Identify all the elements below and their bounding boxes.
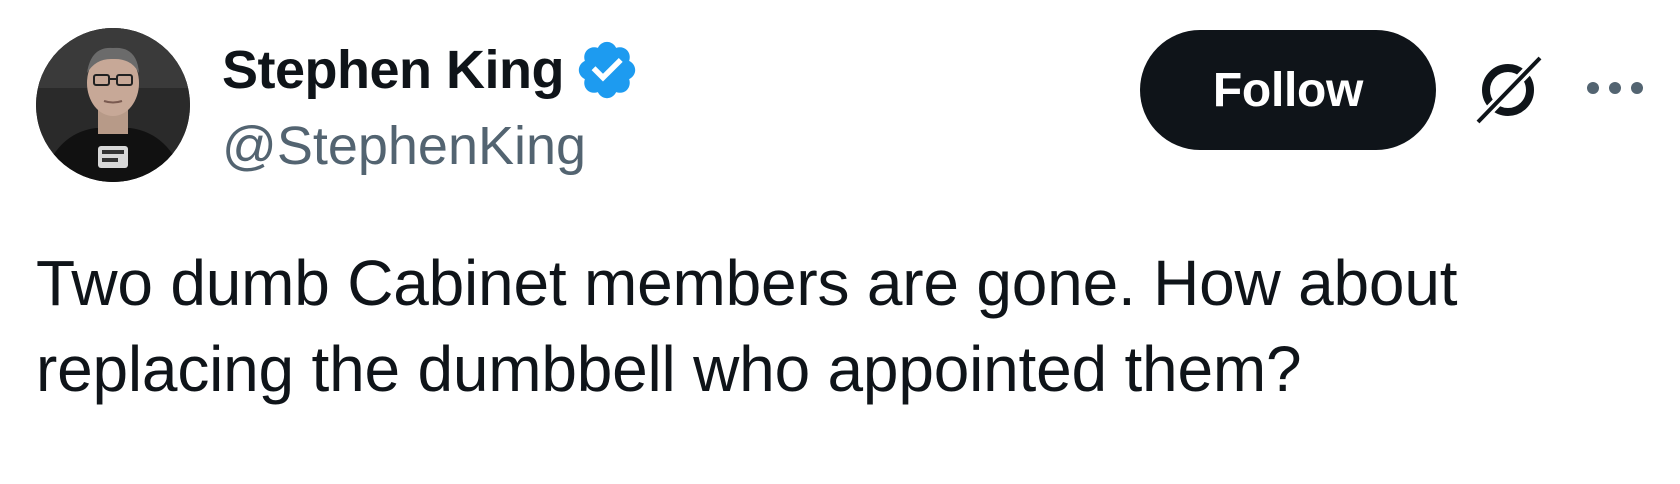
tweet-card: Stephen King @StephenKing Follow Two dum…: [0, 0, 1680, 484]
grok-icon[interactable]: [1470, 52, 1546, 128]
tweet-text-line: Two dumb Cabinet members are gone. How a…: [36, 247, 1458, 319]
avatar[interactable]: [36, 28, 190, 182]
display-name[interactable]: Stephen King: [222, 38, 565, 102]
display-name-row: Stephen King: [222, 38, 640, 102]
more-options-icon[interactable]: [1585, 76, 1645, 100]
tweet-text: Two dumb Cabinet members are gone. How a…: [36, 240, 1636, 412]
follow-button[interactable]: Follow: [1140, 30, 1436, 150]
verified-badge-icon[interactable]: [574, 37, 640, 103]
user-handle[interactable]: @StephenKing: [222, 114, 586, 178]
avatar-photo: [36, 28, 190, 182]
tweet-text-line: replacing the dumbbell who appointed the…: [36, 333, 1302, 405]
